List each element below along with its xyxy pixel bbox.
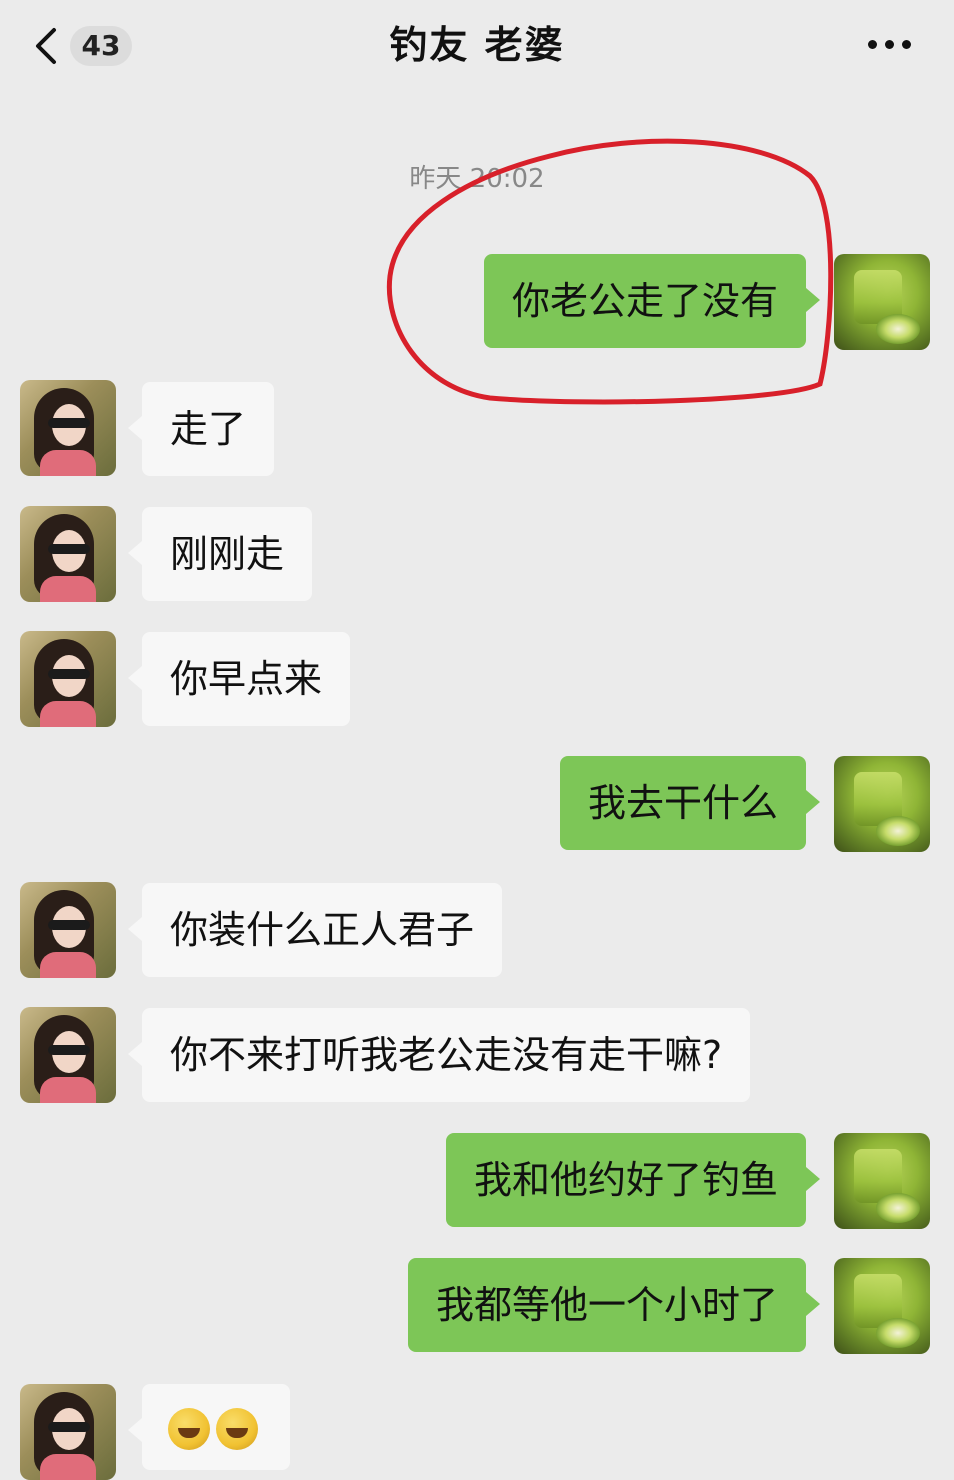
message-bubble-self[interactable]: 你老公走了没有 <box>483 254 821 348</box>
avatar-peer[interactable] <box>20 882 116 978</box>
message-bubble-peer[interactable] <box>128 1384 290 1470</box>
message-text: 走了 <box>170 407 247 451</box>
message-bubble-self[interactable]: 我都等他一个小时了 <box>407 1258 821 1352</box>
message-text: 我都等他一个小时了 <box>435 1283 778 1327</box>
message-bubble-peer[interactable]: 走了 <box>127 382 275 476</box>
message-bubble-peer[interactable]: 你装什么正人君子 <box>127 883 503 977</box>
message-text: 你早点来 <box>170 657 323 701</box>
avatar-self[interactable] <box>834 254 930 350</box>
message-bubble-self[interactable]: 我去干什么 <box>559 756 821 850</box>
message-text: 你老公走了没有 <box>511 279 778 323</box>
avatar-self[interactable] <box>834 1133 930 1229</box>
message-bubble-self[interactable]: 我和他约好了钓鱼 <box>445 1133 821 1227</box>
message-bubble-peer[interactable]: 刚刚走 <box>127 507 313 601</box>
message-timestamp: 昨天 20:02 <box>409 164 545 194</box>
avatar-peer[interactable] <box>20 506 116 602</box>
message-text: 刚刚走 <box>170 532 285 576</box>
avatar-self[interactable] <box>834 1258 930 1354</box>
avatar-peer[interactable] <box>20 1007 116 1103</box>
facepalm-emoji-icon <box>216 1408 258 1450</box>
avatar-self[interactable] <box>834 756 930 852</box>
message-text: 我和他约好了钓鱼 <box>473 1158 778 1202</box>
chat-title: 钓友 老婆 <box>389 23 565 67</box>
avatar-peer[interactable] <box>20 380 116 476</box>
chat-header: 43 钓友 老婆 <box>0 0 954 92</box>
more-dots-icon[interactable] <box>866 34 914 54</box>
message-text: 我去干什么 <box>587 781 778 825</box>
message-text: 你不来打听我老公走没有走干嘛? <box>170 1033 723 1077</box>
message-text: 你装什么正人君子 <box>170 908 475 952</box>
avatar-peer[interactable] <box>20 631 116 727</box>
message-bubble-peer[interactable]: 你不来打听我老公走没有走干嘛? <box>127 1008 751 1102</box>
facepalm-emoji-icon <box>168 1408 210 1450</box>
message-bubble-peer[interactable]: 你早点来 <box>127 632 351 726</box>
